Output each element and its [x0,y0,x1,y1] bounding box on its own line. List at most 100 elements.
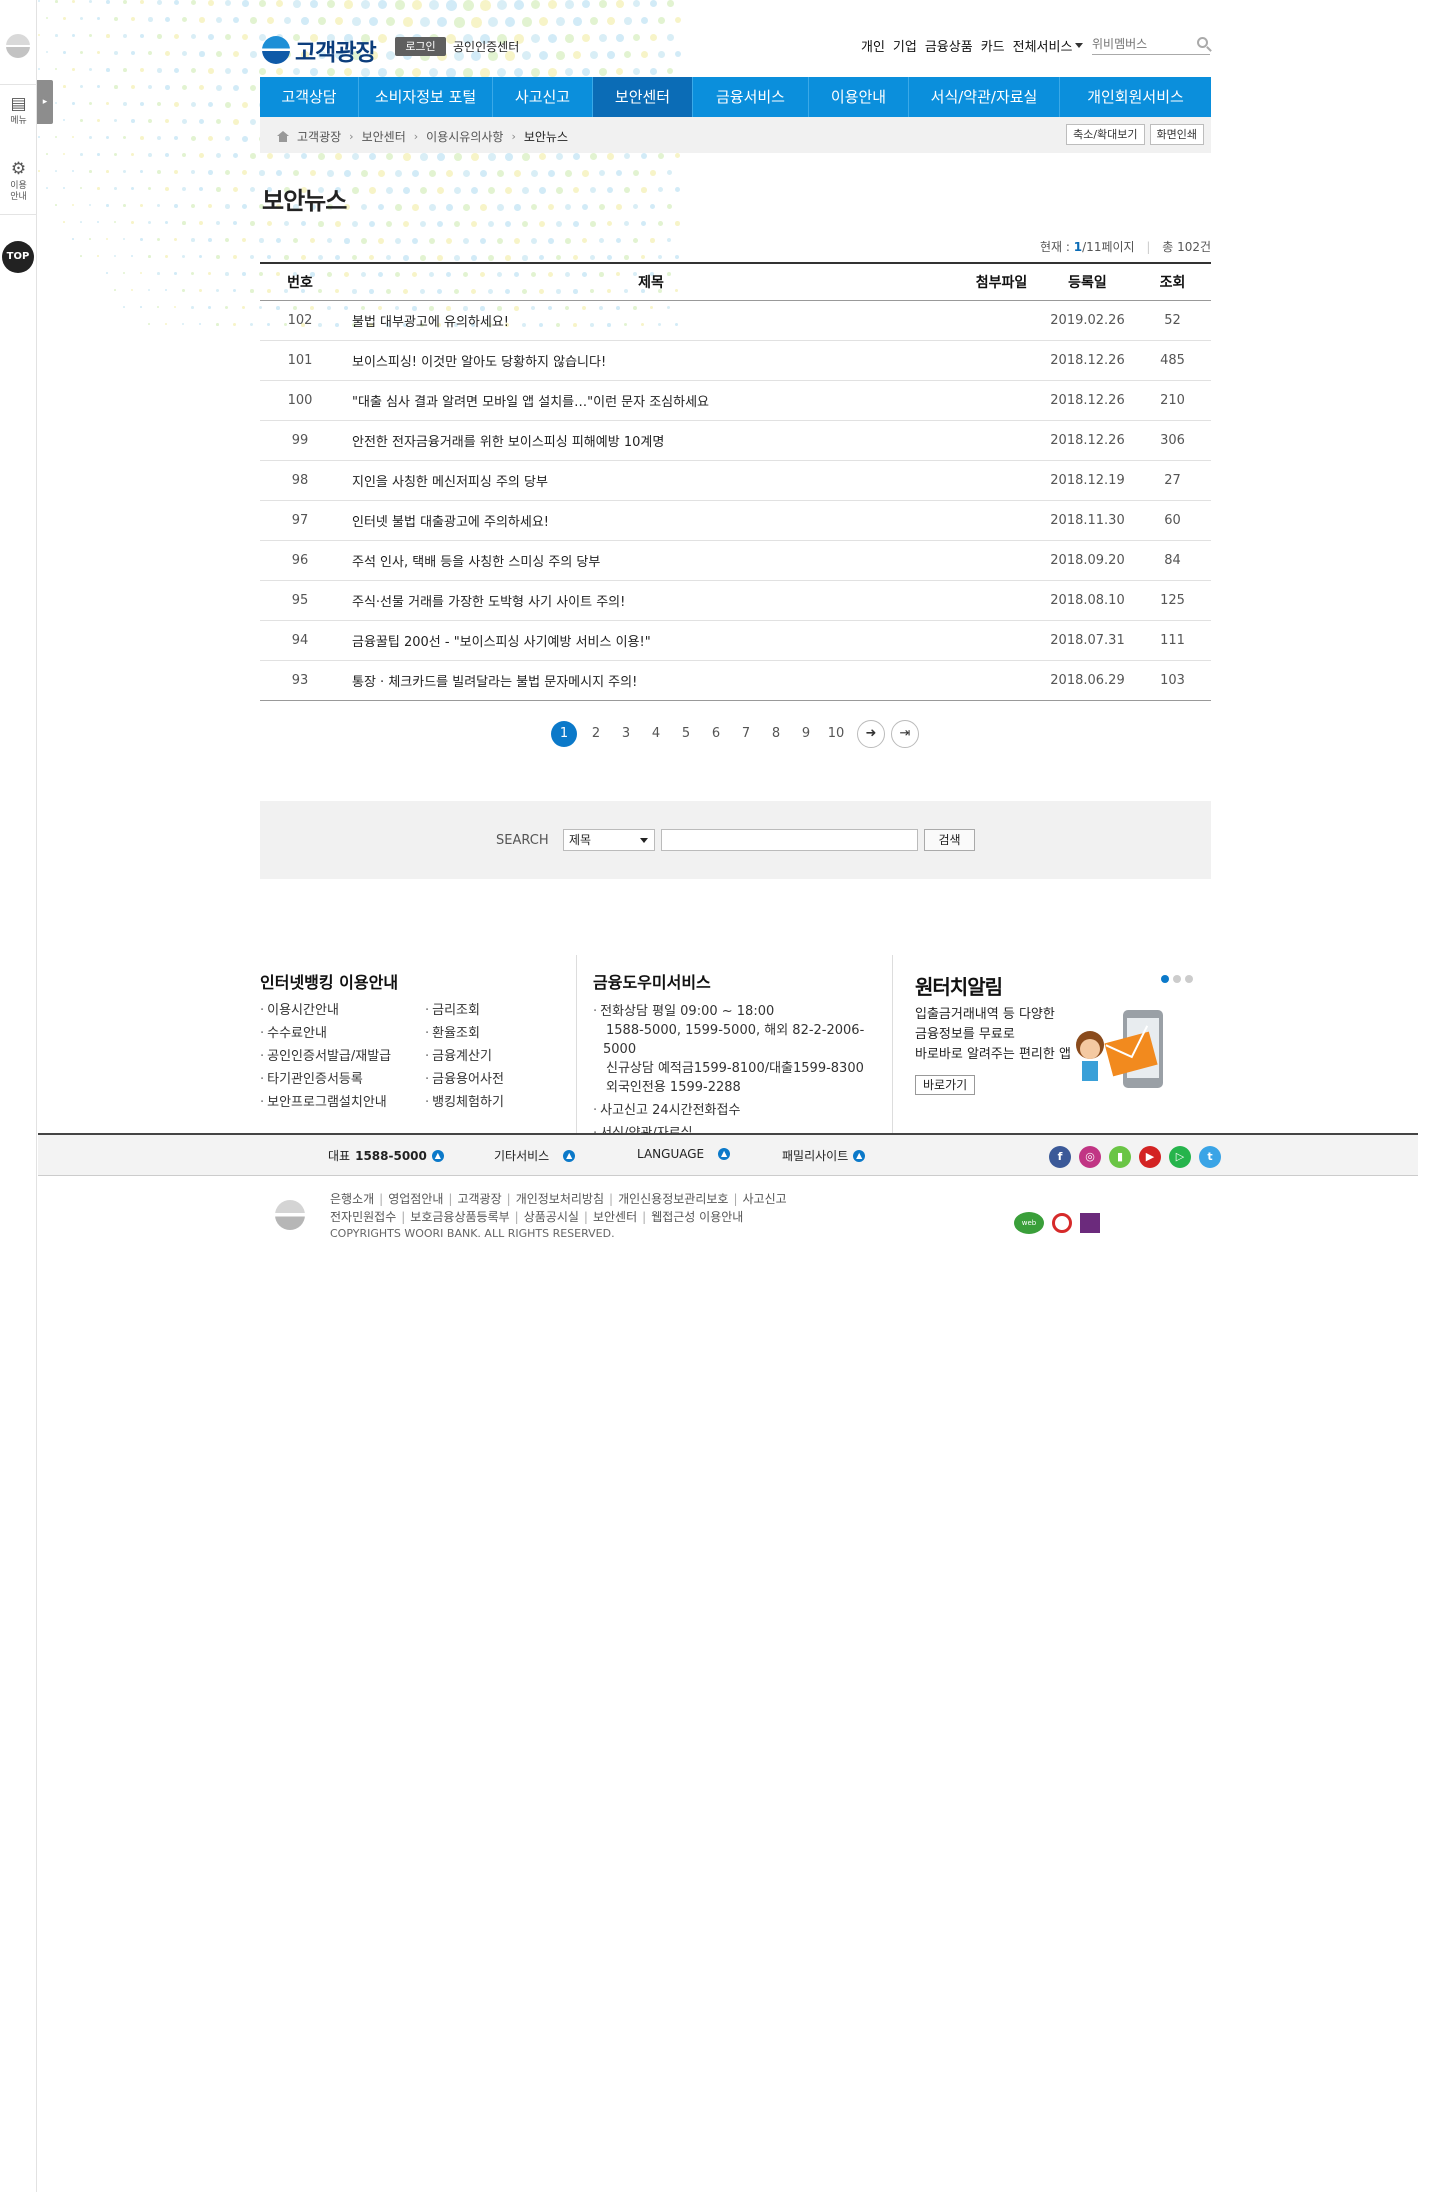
util-link-card[interactable]: 카드 [981,36,1005,55]
row-title[interactable]: 보이스피싱! 이것만 알아도 당황하지 않습니다! [340,340,962,381]
page-number[interactable]: 7 [731,721,761,747]
other-services-dropdown[interactable]: 기타서비스 ▲ [494,1147,576,1164]
table-row[interactable]: 97 인터넷 불법 대출광고에 주의하세요! 2018.11.30 60 [260,500,1211,541]
util-link-personal[interactable]: 개인 [861,36,885,55]
footer-link[interactable]: 사고신고 24시간전화접수 [593,1101,892,1120]
banner-dot[interactable] [1161,975,1169,983]
language-dropdown[interactable]: LANGUAGE ▲ [637,1147,731,1161]
footer-link[interactable]: 금융용어사전 [425,1068,504,1091]
util-link-products[interactable]: 금융상품 [925,36,973,55]
gnb-item-incident-report[interactable]: 사고신고 [493,77,593,117]
youtube-icon[interactable]: ▶ [1139,1146,1161,1168]
footer-link[interactable]: 이용시간안내 [260,999,391,1022]
row-title[interactable]: 주식·선물 거래를 가장한 도박형 사기 사이트 주의! [340,580,962,621]
last-page-button[interactable]: ⇥ [891,720,919,748]
site-logo[interactable]: 고객광장 [262,33,377,67]
rail-guide-button[interactable]: ⚙ 이용 안내 [0,160,37,203]
banner-dot[interactable] [1185,975,1193,983]
rep-number[interactable]: 대표 1588-5000 ▲ [328,1147,444,1164]
footer-policy-link[interactable]: 상품공시실 [524,1210,579,1224]
table-row[interactable]: 100 "대출 심사 결과 알려면 모바일 앱 설치를…"이런 문자 조심하세요 2… [260,380,1211,421]
page-number[interactable]: 5 [671,721,701,747]
table-row[interactable]: 99 안전한 전자금융거래를 위한 보이스피싱 피해예방 10계명 2018.12.… [260,420,1211,461]
footer-policy-link[interactable]: 사고신고 [743,1192,787,1206]
table-row[interactable]: 102 불법 대부광고에 유의하세요! 2019.02.26 52 [260,300,1211,341]
row-title[interactable]: 인터넷 불법 대출광고에 주의하세요! [340,500,962,541]
table-row[interactable]: 93 통장 · 체크카드를 빌려달라는 불법 문자메시지 주의! 2018.06.2… [260,660,1211,701]
all-services-dropdown[interactable]: 전체서비스 [1013,36,1084,55]
print-button[interactable]: 화면인쇄 [1149,124,1204,145]
search-button[interactable]: 검색 [924,829,975,851]
table-row[interactable]: 94 금융꿀팁 200선 - "보이스피싱 사기예방 서비스 이용!" 2018.0… [260,620,1211,661]
row-title[interactable]: 지인을 사칭한 메신저피싱 주의 당부 [340,460,962,501]
footer-policy-link[interactable]: 개인정보처리방침 [516,1192,604,1206]
footer-link[interactable]: 금융계산기 [425,1045,504,1068]
footer-link[interactable]: 보안프로그램설치안내 [260,1091,391,1114]
onetouch-go-button[interactable]: 바로가기 [915,1075,976,1095]
gnb-item-consult[interactable]: 고객상담 [260,77,359,117]
row-title[interactable]: 주석 인사, 택배 등을 사칭한 스미싱 주의 당부 [340,540,962,581]
kakaostory-icon[interactable]: ▮ [1109,1146,1131,1168]
footer-link[interactable]: 수수료안내 [260,1022,391,1045]
family-site-dropdown[interactable]: 패밀리사이트 ▲ [782,1147,866,1164]
rail-expand-toggle[interactable]: ▸ [37,80,53,124]
footer-policy-link[interactable]: 웹접근성 이용안내 [651,1210,743,1224]
footer-link[interactable]: 뱅킹체험하기 [425,1091,504,1114]
zoom-button[interactable]: 축소/확대보기 [1066,124,1145,145]
gnb-item-consumer-portal[interactable]: 소비자정보 포털 [359,77,493,117]
row-title[interactable]: 안전한 전자금융거래를 위한 보이스피싱 피해예방 10계명 [340,420,962,461]
banner-dot[interactable] [1173,975,1181,983]
row-title[interactable]: 통장 · 체크카드를 빌려달라는 불법 문자메시지 주의! [340,660,962,701]
footer-policy-link[interactable]: 보안센터 [593,1210,637,1224]
footer-policy-link[interactable]: 개인신용정보관리보호 [618,1192,728,1206]
row-title[interactable]: "대출 심사 결과 알려면 모바일 앱 설치를…"이런 문자 조심하세요 [340,380,962,421]
page-number[interactable]: 10 [821,721,851,747]
page-number[interactable]: 9 [791,721,821,747]
certification-mark-icon[interactable] [1080,1213,1100,1233]
gnb-item-financial-service[interactable]: 금융서비스 [693,77,809,117]
gnb-item-usage-guide[interactable]: 이용안내 [809,77,909,117]
breadcrumb-item[interactable]: 고객광장 [297,128,341,145]
table-row[interactable]: 101 보이스피싱! 이것만 알아도 당황하지 않습니다! 2018.12.26 48… [260,340,1211,381]
search-field-select[interactable]: 제목 [563,829,655,851]
search-keyword-input[interactable] [661,829,918,851]
footer-policy-link[interactable]: 은행소개 [330,1192,374,1206]
footer-link[interactable]: 환율조회 [425,1022,504,1045]
login-button[interactable]: 로그인 [395,37,446,56]
search-icon[interactable] [1197,37,1208,48]
page-number[interactable]: 4 [641,721,671,747]
gnb-item-member-service[interactable]: 개인회원서비스 [1060,77,1211,117]
page-number[interactable]: 1 [551,721,577,747]
footer-policy-link[interactable]: 전자민원접수 [330,1210,396,1224]
util-link-corporate[interactable]: 기업 [893,36,917,55]
table-row[interactable]: 98 지인을 사칭한 메신저피싱 주의 당부 2018.12.19 27 [260,460,1211,501]
page-number[interactable]: 6 [701,721,731,747]
cert-center-link[interactable]: 공인인증센터 [453,38,519,55]
instagram-icon[interactable]: ◎ [1079,1146,1101,1168]
row-title[interactable]: 금융꿀팁 200선 - "보이스피싱 사기예방 서비스 이용!" [340,620,962,661]
row-title[interactable]: 불법 대부광고에 유의하세요! [340,300,962,341]
web-accessibility-mark-icon[interactable]: web [1014,1212,1044,1234]
top-button[interactable]: TOP [2,241,34,273]
award-mark-icon[interactable] [1052,1213,1072,1233]
footer-policy-link[interactable]: 영업점안내 [388,1192,443,1206]
page-number[interactable]: 2 [581,721,611,747]
table-row[interactable]: 96 주석 인사, 택배 등을 사칭한 스미싱 주의 당부 2018.09.20 84 [260,540,1211,581]
breadcrumb-item[interactable]: 보안센터 [362,128,406,145]
gnb-item-forms[interactable]: 서식/약관/자료실 [909,77,1060,117]
twitter-icon[interactable]: t [1199,1146,1221,1168]
play-icon[interactable]: ▷ [1169,1146,1191,1168]
home-icon[interactable] [277,131,289,142]
footer-link[interactable]: 금리조회 [425,999,504,1022]
bank-logo-icon[interactable] [6,34,30,58]
header-search-input[interactable] [1092,34,1188,54]
footer-link[interactable]: 타기관인증서등록 [260,1068,391,1091]
footer-link[interactable]: 공인인증서발급/재발급 [260,1045,391,1068]
facebook-icon[interactable]: f [1049,1146,1071,1168]
breadcrumb-item[interactable]: 이용시유의사항 [426,128,503,145]
rail-menu-button[interactable]: ▤ 메뉴 [0,95,37,127]
table-row[interactable]: 95 주식·선물 거래를 가장한 도박형 사기 사이트 주의! 2018.08.10… [260,580,1211,621]
footer-policy-link[interactable]: 고객광장 [457,1192,501,1206]
gnb-item-security-center[interactable]: 보안센터 [593,77,693,117]
next-page-button[interactable]: ➜ [857,720,885,748]
